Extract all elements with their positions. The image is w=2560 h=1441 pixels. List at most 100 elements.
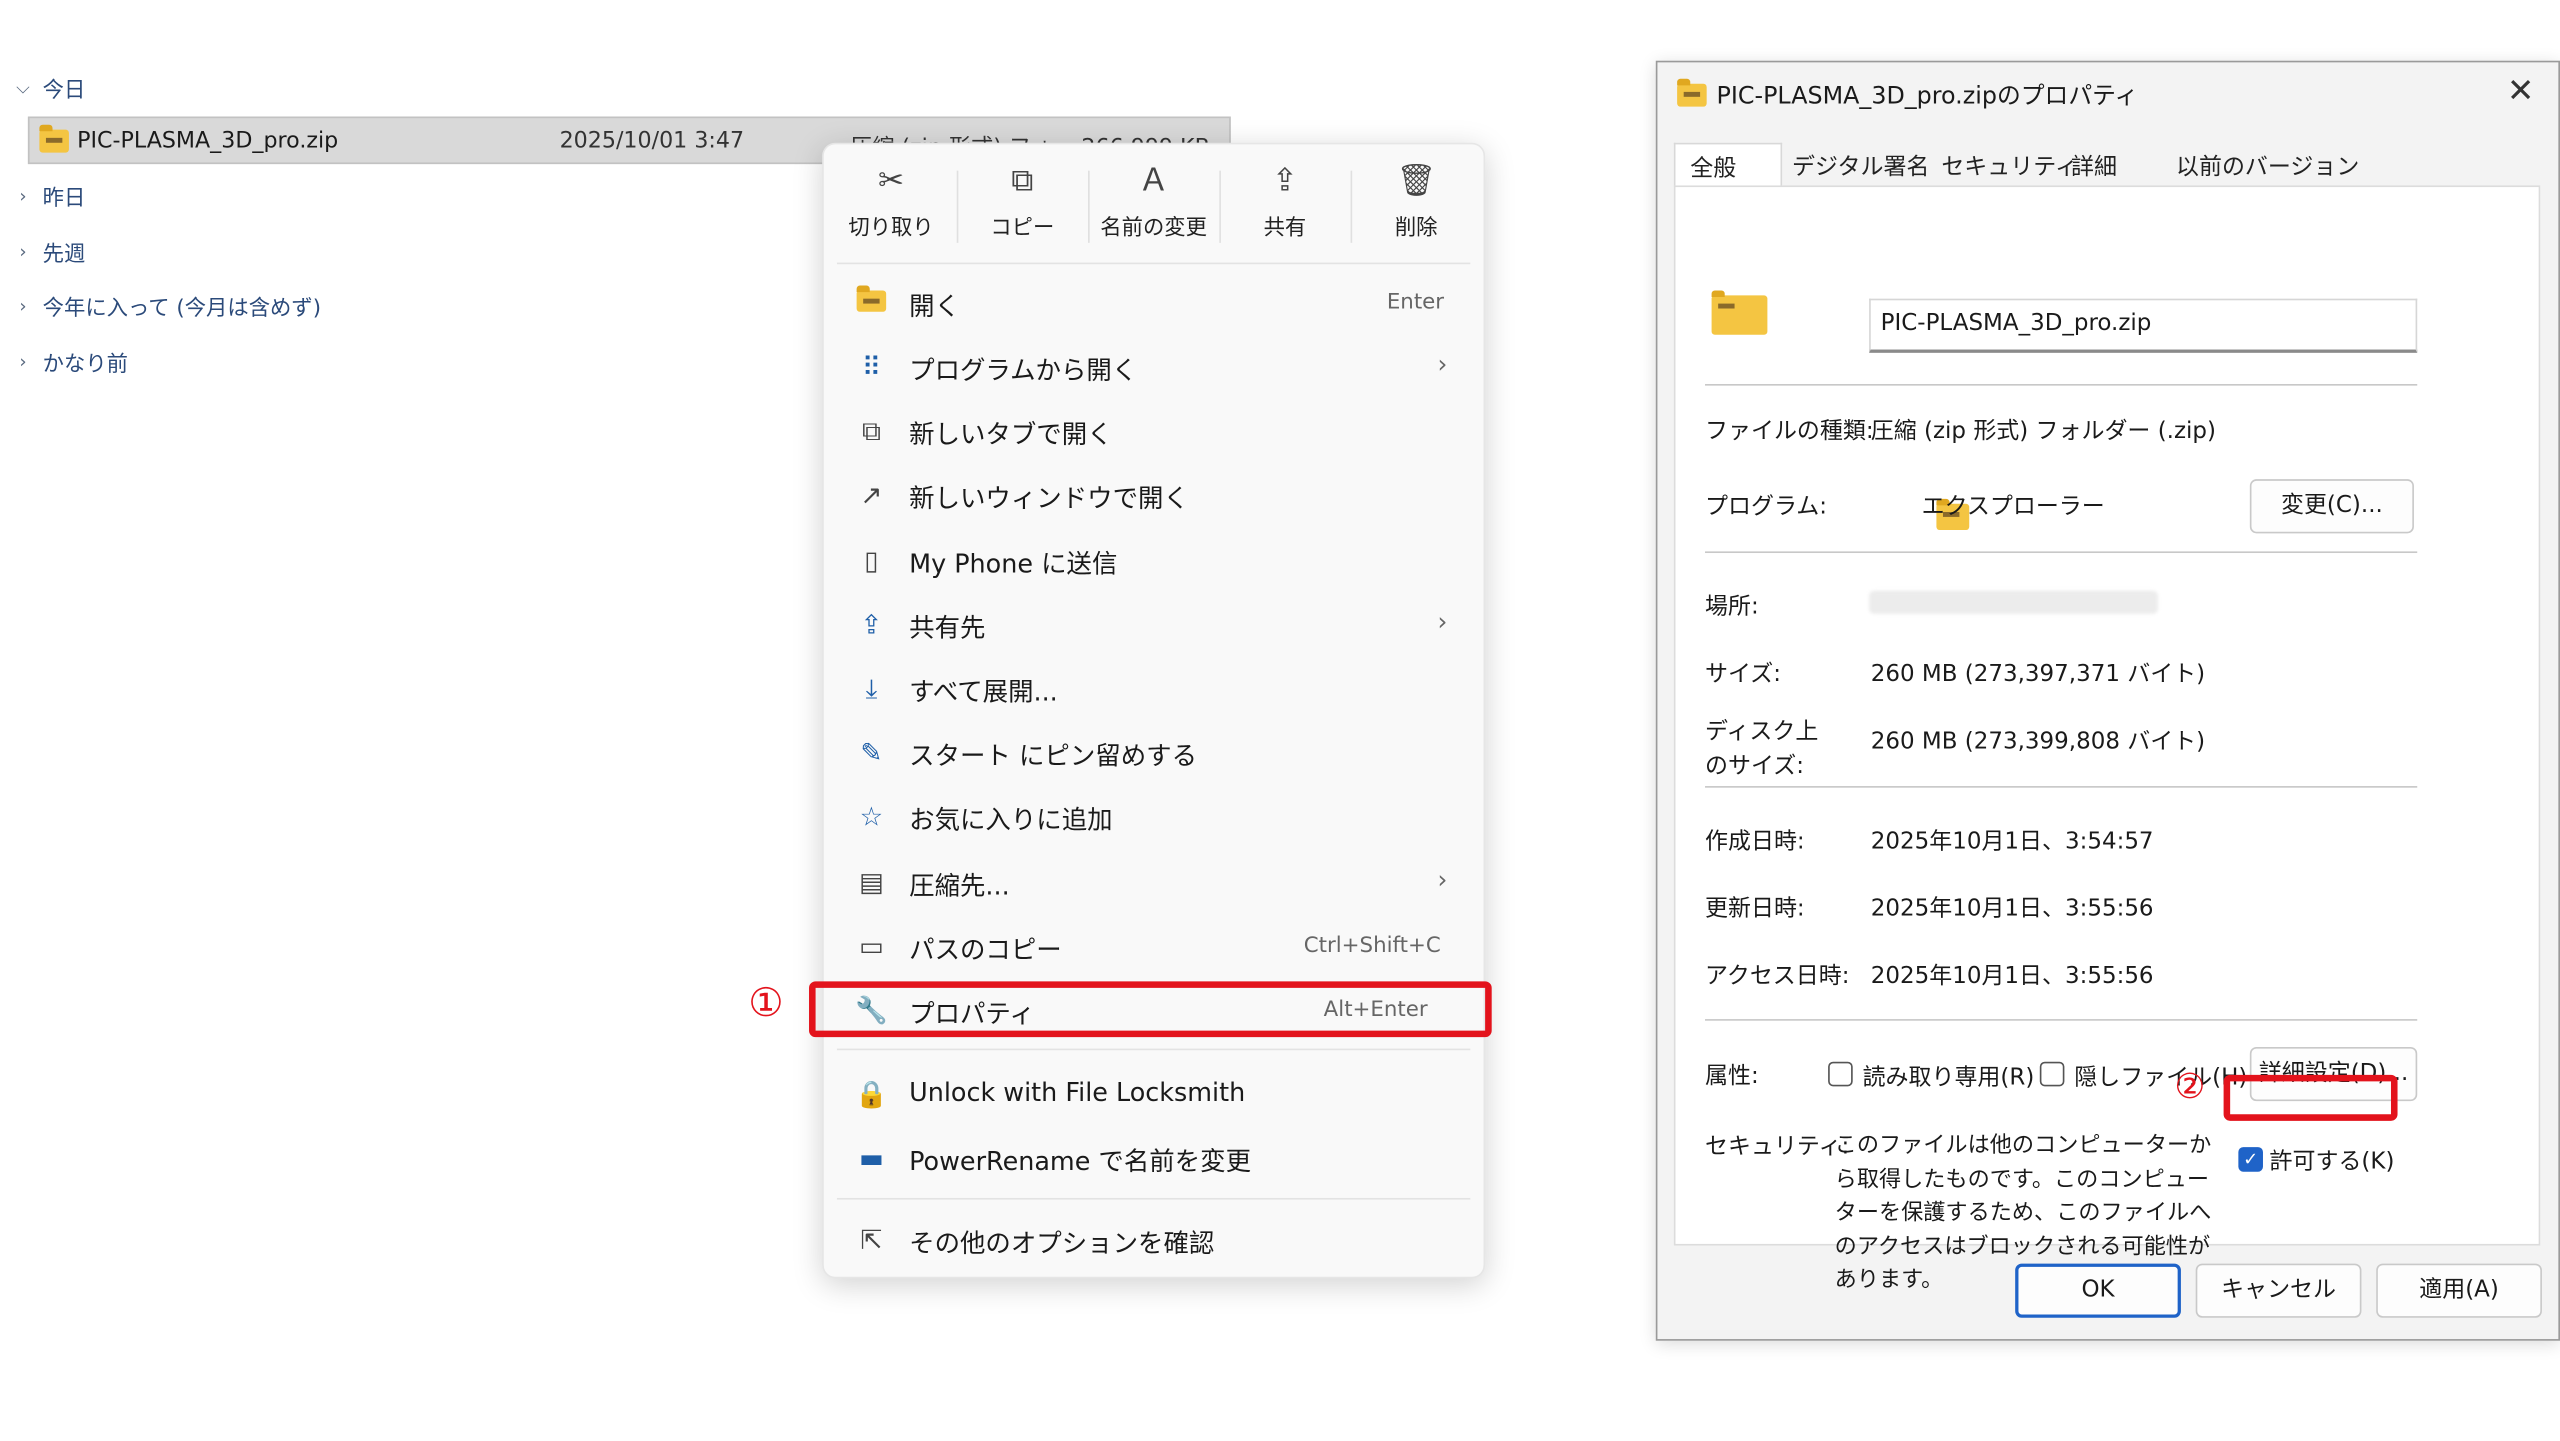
group-label: 先週: [42, 242, 86, 268]
menu-item-label: スタート にピン留めする: [909, 741, 1198, 772]
hidden-label: 隠しファイル(H): [2074, 1065, 2248, 1092]
lock-icon: 🔒: [855, 1078, 888, 1110]
menu-divider: [836, 262, 1471, 265]
menu-item-pin-start[interactable]: ✎ スタート にピン留めする: [840, 724, 1470, 783]
disk-size-label-2: のサイズ:: [1705, 753, 1804, 780]
attributes-label: 属性:: [1705, 1063, 1759, 1090]
rename-icon: Ａ: [1138, 162, 1170, 199]
hidden-checkbox[interactable]: [2039, 1061, 2065, 1087]
accessed-label: アクセス日時:: [1705, 963, 1850, 990]
menu-divider: [836, 1048, 1471, 1051]
cancel-button[interactable]: キャンセル: [2195, 1263, 2362, 1318]
properties-dialog: PIC-PLASMA_3D_pro.zipのプロパティ ✕ 全般 デジタル署名 …: [1655, 60, 2560, 1341]
menu-item-copy-path[interactable]: ▭ パスのコピー Ctrl+Shift+C: [840, 917, 1470, 976]
menu-item-add-favorites[interactable]: ☆ お気に入りに追加: [840, 788, 1470, 847]
menu-item-open[interactable]: 開く Enter: [840, 274, 1470, 333]
tab-general[interactable]: 全般: [1673, 142, 1783, 188]
chevron-right-icon: ›: [19, 241, 27, 263]
delete-button[interactable]: 🗑 削除: [1352, 161, 1480, 253]
zip-folder-icon: [1677, 78, 1707, 107]
dialog-title: PIC-PLASMA_3D_pro.zipのプロパティ: [1716, 83, 2139, 110]
new-tab-icon: ⧉: [862, 415, 881, 447]
share-button[interactable]: ⇪ 共有: [1221, 161, 1349, 253]
scissors-icon: ✂: [878, 162, 905, 199]
group-label: 昨日: [42, 187, 86, 212]
tab-security[interactable]: セキュリティ: [1941, 143, 2077, 187]
security-label: セキュリティ:: [1705, 1133, 1850, 1161]
trash-icon: 🗑: [1396, 162, 1437, 199]
group-label: 今年に入って (今月は含めず): [42, 297, 322, 322]
ok-button[interactable]: OK: [2015, 1263, 2181, 1318]
change-button[interactable]: 変更(C)...: [2249, 479, 2414, 534]
folder-icon: [853, 285, 889, 322]
compress-icon: ▤: [858, 866, 884, 898]
close-icon[interactable]: ✕: [2499, 69, 2542, 112]
chevron-right-icon: ›: [1437, 864, 1448, 895]
location-label: 場所:: [1705, 594, 1759, 621]
menu-item-label: パスのコピー: [909, 935, 1062, 965]
created-value: 2025年10月1日、3:54:57: [1870, 828, 2154, 855]
menu-item-label: 開く: [909, 292, 961, 322]
share-icon: ⇪: [860, 608, 883, 641]
modified-label: 更新日時:: [1705, 896, 1805, 923]
cut-label: 切り取り: [848, 216, 934, 242]
star-icon: ☆: [859, 800, 884, 833]
read-only-checkbox[interactable]: [1828, 1061, 1853, 1087]
context-menu: ✂ 切り取り ⧉ コピー Ａ 名前の変更 ⇪ 共有 🗑 削除 開く Enter: [822, 142, 1486, 1279]
file-type-value: 圧縮 (zip 形式) フォルダー (.zip): [1870, 418, 2216, 445]
menu-item-open-new-tab[interactable]: ⧉ 新しいタブで開く: [840, 402, 1470, 461]
copy-icon: ⧉: [1011, 162, 1034, 199]
menu-item-power-rename[interactable]: ▬ PowerRename で名前を変更: [840, 1129, 1470, 1188]
menu-item-send-phone[interactable]: ▯ My Phone に送信: [840, 532, 1470, 591]
tab-details[interactable]: 詳細: [2071, 143, 2117, 187]
cut-button[interactable]: ✂ 切り取り: [827, 161, 955, 253]
group-label: 今日: [42, 78, 86, 104]
tab-previous-versions[interactable]: 以前のバージョン: [2176, 143, 2359, 187]
menu-item-label: 共有先: [909, 613, 986, 644]
menu-item-label: お気に入りに追加: [909, 805, 1113, 836]
tab-digital-signature[interactable]: デジタル署名: [1792, 143, 1929, 187]
created-label: 作成日時:: [1705, 828, 1805, 855]
size-value: 260 MB (273,397,371 バイト): [1870, 661, 2206, 688]
copy-button[interactable]: ⧉ コピー: [958, 161, 1086, 253]
menu-item-extract-all[interactable]: ⤓ すべて展開...: [840, 660, 1470, 719]
divider: [1705, 551, 2418, 554]
menu-item-open-with[interactable]: ⠿ プログラムから開く ›: [840, 338, 1470, 397]
menu-item-label: すべて展開...: [909, 677, 1058, 708]
menu-divider: [836, 1197, 1471, 1200]
apps-icon: ⠿: [861, 351, 882, 383]
menu-item-share-with[interactable]: ⇪ 共有先 ›: [840, 596, 1470, 655]
location-value-blurred: [1869, 590, 2158, 614]
file-date: 2025/10/01 3:47: [559, 128, 745, 155]
group-yesterday[interactable]: › 昨日: [13, 181, 86, 212]
chevron-right-icon: ›: [19, 185, 27, 207]
menu-item-label: 新しいウィンドウで開く: [909, 484, 1189, 514]
menu-item-label: 圧縮先...: [909, 871, 1010, 901]
power-rename-icon: ▬: [858, 1142, 884, 1174]
step-2-marker: ②: [2174, 1066, 2206, 1107]
menu-item-open-new-window[interactable]: ↗ 新しいウィンドウで開く: [840, 466, 1470, 525]
group-last-week[interactable]: › 先週: [13, 236, 85, 267]
disk-size-value: 260 MB (273,399,808 バイト): [1870, 728, 2206, 755]
menu-item-unlock[interactable]: 🔒 Unlock with File Locksmith: [840, 1065, 1470, 1124]
disk-size-label-1: ディスク上: [1705, 718, 1819, 746]
group-long-ago[interactable]: › かなり前: [13, 346, 128, 377]
file-name: PIC-PLASMA_3D_pro.zip: [77, 128, 339, 155]
file-name-field[interactable]: PIC-PLASMA_3D_pro.zip: [1869, 298, 2418, 353]
chevron-down-icon: ⌵: [16, 76, 30, 98]
shortcut-label: Enter: [1386, 290, 1445, 316]
unblock-checkbox[interactable]: ✓: [2238, 1147, 2263, 1172]
rename-button[interactable]: Ａ 名前の変更: [1090, 161, 1218, 253]
group-today[interactable]: ⌵ 今日: [13, 72, 85, 103]
general-pane: PIC-PLASMA_3D_pro.zip ファイルの種類: 圧縮 (zip 形…: [1673, 185, 2541, 1293]
menu-item-compress-to[interactable]: ▤ 圧縮先... ›: [840, 853, 1470, 912]
apply-button[interactable]: 適用(A): [2376, 1263, 2542, 1318]
shortcut-label: Ctrl+Shift+C: [1303, 933, 1441, 959]
divider: [1705, 1019, 2418, 1021]
share-label: 共有: [1263, 216, 1307, 242]
menu-item-more-options[interactable]: ⇱ その他のオプションを確認: [840, 1211, 1470, 1270]
delete-label: 削除: [1394, 216, 1438, 242]
group-this-year[interactable]: › 今年に入って (今月は含めず): [13, 290, 321, 321]
menu-item-label: PowerRename で名前を変更: [909, 1147, 1252, 1177]
chevron-right-icon: ›: [1437, 607, 1448, 637]
